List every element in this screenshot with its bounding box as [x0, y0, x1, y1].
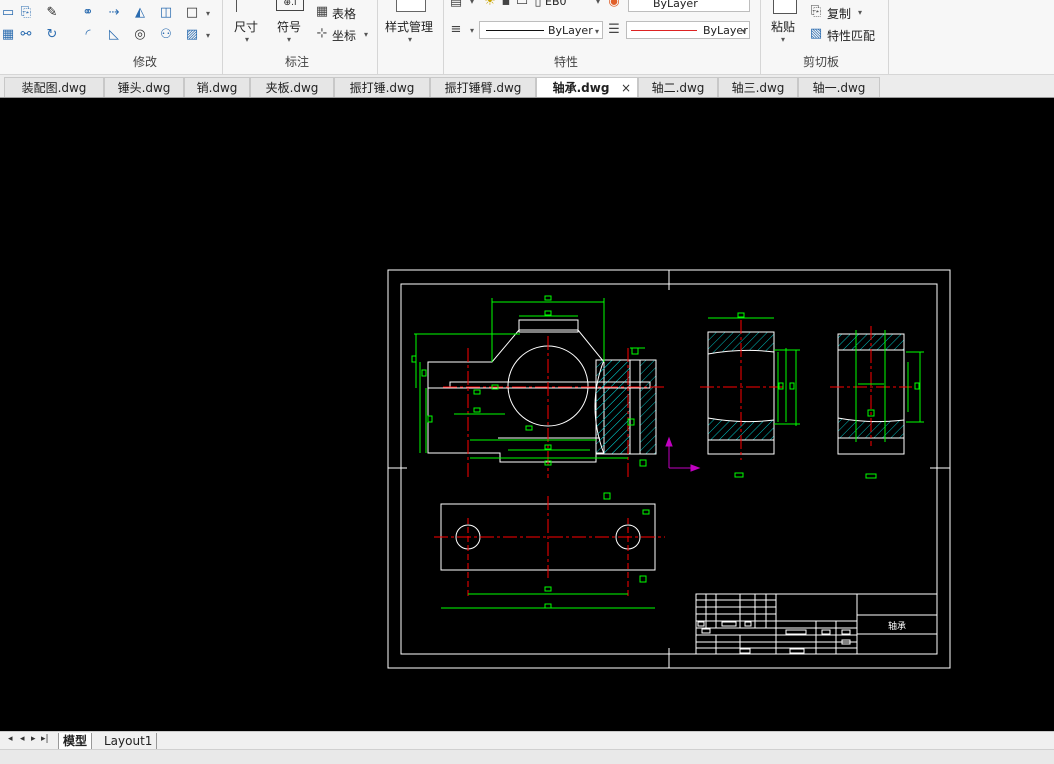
front-view: [411, 295, 701, 478]
style-manage-label: 样式管理: [385, 20, 434, 34]
linetype-combo-value: ByLayer: [548, 24, 593, 37]
erase-icon[interactable]: ✎: [44, 5, 60, 21]
symbol-label: 符号: [277, 20, 302, 34]
copy-clip-icon: ⎘: [810, 4, 822, 19]
tab-rapping-hammer[interactable]: 振打锤.dwg: [334, 77, 430, 97]
top-view: [434, 492, 665, 609]
close-tab-icon[interactable]: ×: [621, 78, 631, 98]
rotate-icon[interactable]: ↻: [44, 27, 60, 43]
right-view: [830, 326, 924, 479]
layout1-tab[interactable]: Layout1: [100, 733, 158, 749]
match-properties-label: 特性匹配: [827, 29, 876, 43]
first-layout-icon[interactable]: ◂: [8, 734, 13, 744]
tab-rapping-hammer-arm[interactable]: 振打锤臂.dwg: [430, 77, 536, 97]
prev-layout-icon[interactable]: ◂: [20, 734, 25, 744]
color-swatch-icon[interactable]: ▯: [530, 0, 546, 10]
paste-icon: [773, 0, 797, 14]
copy-object-icon[interactable]: ⎘: [18, 5, 34, 21]
drawing-canvas[interactable]: 轴承: [0, 98, 1054, 731]
coordinate-label: 坐标: [332, 29, 357, 43]
trim-icon[interactable]: ⚭: [80, 5, 96, 21]
table-button[interactable]: ▦ 表格: [314, 4, 364, 22]
style-manage-button[interactable]: 样式管理 ▾: [382, 0, 440, 46]
join-icon[interactable]: ⚇: [158, 27, 174, 43]
annotation-group-label: 标注: [285, 55, 310, 69]
modify-group-label: 修改: [133, 55, 158, 69]
paste-label: 粘贴: [771, 20, 796, 34]
paste-button[interactable]: 粘贴 ▾: [767, 0, 801, 46]
mirror-icon[interactable]: ◭: [132, 5, 148, 21]
style-manage-icon: [396, 0, 426, 12]
dimension-label: 尺寸: [234, 20, 259, 34]
color-combo[interactable]: ByLayer: [628, 0, 750, 12]
coordinate-button[interactable]: ⊹ 坐标 ▾: [314, 26, 372, 44]
document-tabs: 装配图.dwg 锤头.dwg 销.dwg 夹板.dwg 振打锤.dwg 振打锤臂…: [0, 75, 1054, 98]
side-view: [700, 312, 800, 478]
symbol-icon: ⊕.i: [276, 0, 304, 11]
copy-clip-button[interactable]: ⎘ 复制 ▾: [808, 4, 866, 22]
clipboard-group-label: 剪切板: [803, 55, 840, 69]
linetype-combo[interactable]: ByLayer ▾: [479, 21, 603, 39]
ucs-icon: [665, 436, 701, 472]
ribbon-panel: ▭ ⎘ ✎ ▦ ⚯ ↻ ⚭ ⇢ ◭ ◫ □ ▾ ◜ ◺ ◎ ⚇ ▨ ▾ 修改 尺…: [0, 0, 1054, 75]
next-layout-icon[interactable]: ▸: [31, 734, 36, 744]
symbol-button[interactable]: ⊕.i 符号 ▾: [274, 0, 310, 46]
rectangle-icon[interactable]: □: [184, 5, 200, 21]
tab-bearing[interactable]: 轴承.dwg ×: [536, 77, 638, 97]
fillet-icon[interactable]: ◜: [80, 27, 96, 43]
extend-icon[interactable]: ⇢: [106, 5, 122, 21]
tab-assembly[interactable]: 装配图.dwg: [4, 77, 104, 97]
layer-name-partial[interactable]: EB0: [545, 0, 567, 8]
color-wheel-icon[interactable]: ◉: [606, 0, 622, 10]
match-properties-icon: ▧: [809, 26, 823, 41]
tab-clamp-plate[interactable]: 夹板.dwg: [250, 77, 334, 97]
tab-shaft-three[interactable]: 轴三.dwg: [718, 77, 798, 97]
lineweight-icon[interactable]: ☰: [606, 22, 622, 38]
linetype-list-icon[interactable]: ≡: [448, 22, 464, 38]
copy-clip-label: 复制: [827, 7, 852, 21]
print-icon[interactable]: ▭: [514, 0, 530, 10]
last-layout-icon[interactable]: ▸|: [41, 734, 49, 744]
dimension-icon: [236, 0, 237, 12]
match-properties-button[interactable]: ▧ 特性匹配: [808, 26, 882, 44]
tab-hammer-head[interactable]: 锤头.dwg: [104, 77, 184, 97]
table-icon: ▦: [315, 4, 329, 19]
title-block-name: 轴承: [888, 620, 906, 632]
offset-icon[interactable]: ◫: [158, 5, 174, 21]
tab-shaft-one[interactable]: 轴一.dwg: [798, 77, 880, 97]
properties-group-label: 特性: [554, 55, 579, 69]
lineweight-combo[interactable]: ByLayer ▾: [626, 21, 750, 39]
color-combo-value: ByLayer: [653, 0, 698, 10]
stretch-icon[interactable]: ▦: [0, 27, 16, 43]
chamfer-icon[interactable]: ◺: [106, 27, 122, 43]
title-block: 轴承: [695, 593, 938, 655]
layer-state-icon[interactable]: ▤: [448, 0, 464, 10]
dimension-button[interactable]: 尺寸 ▾: [232, 0, 262, 46]
lock-icon[interactable]: ▪: [498, 0, 514, 10]
status-bar: [0, 749, 1054, 764]
drawing-svg: 轴承: [387, 269, 951, 669]
table-label: 表格: [332, 7, 357, 21]
layout-tabs-bar: ◂ ◂ ▸ ▸| 模型 Layout1: [0, 731, 1054, 750]
tab-pin[interactable]: 销.dwg: [184, 77, 250, 97]
move-icon[interactable]: ▭: [0, 5, 16, 21]
hatch-icon[interactable]: ▨: [184, 27, 200, 43]
array-icon[interactable]: ⚯: [18, 27, 34, 43]
lightbulb-icon[interactable]: ☀: [482, 0, 498, 10]
coordinate-icon: ⊹: [316, 26, 328, 41]
tab-shaft-two[interactable]: 轴二.dwg: [638, 77, 718, 97]
scale-icon[interactable]: ◎: [132, 27, 148, 43]
model-tab[interactable]: 模型: [58, 733, 93, 750]
